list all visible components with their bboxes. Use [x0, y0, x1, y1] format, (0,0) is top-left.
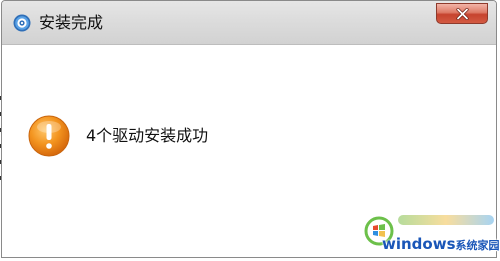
success-message: 4个驱动安装成功	[86, 126, 209, 145]
gear-disc-icon	[13, 14, 31, 32]
screenshot-stage: 安装完成 4个驱动安装成功 windows系统家园	[0, 0, 500, 261]
watermark-suffix: 系统家园	[455, 239, 500, 252]
close-button[interactable]	[436, 3, 488, 24]
close-icon	[456, 8, 469, 20]
site-watermark: windows系统家园	[358, 210, 500, 261]
exclamation-warning-icon	[28, 115, 70, 157]
watermark-brand: windows	[382, 235, 456, 253]
watermark-banner	[398, 215, 494, 225]
watermark-text: windows系统家园	[382, 235, 500, 255]
window-title: 安装完成	[39, 13, 104, 32]
title-bar[interactable]: 安装完成	[2, 1, 496, 45]
